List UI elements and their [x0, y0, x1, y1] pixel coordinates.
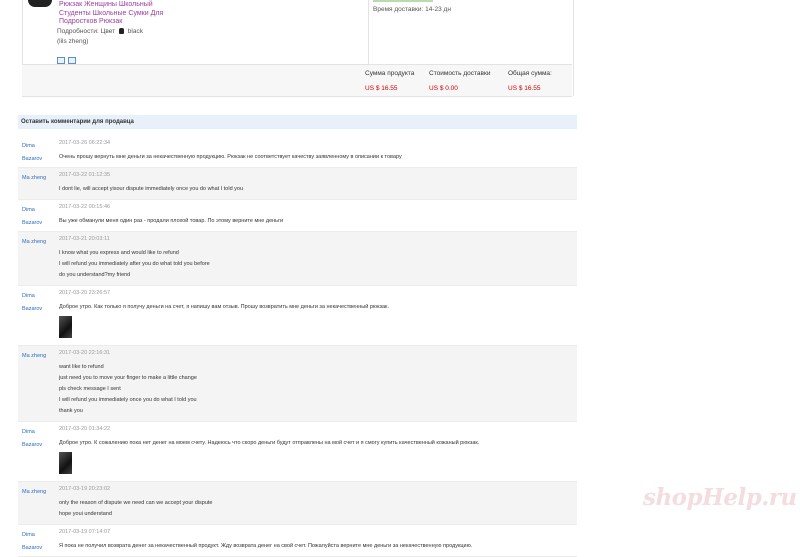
comment-author[interactable]: Dima Bazarov — [22, 426, 42, 452]
product-details-label: Подробности: Цвет — [57, 28, 116, 35]
comment-time: 2017-03-22 00:15:46 — [59, 204, 111, 210]
comment-time: 2017-03-21 20:03:11 — [59, 236, 110, 242]
author-line: Ma zheng — [22, 353, 47, 359]
comment-text: thank you — [59, 408, 83, 414]
comment-author[interactable]: Dima Bazarov — [22, 529, 42, 555]
author-line: Bazarov — [22, 545, 43, 551]
product-sum-value: US $ 16.55 — [365, 85, 398, 92]
author-line: Dima — [22, 532, 35, 538]
comment-text: Вы уже обманули меня один раз - продали … — [59, 218, 284, 224]
product-sum: Сумма продукта US $ 16.55 — [365, 70, 414, 92]
product-details: Подробности: Цвет black — [57, 28, 143, 35]
comment-message: Ma zheng 2017-03-19 20:23:02 only the re… — [18, 482, 577, 525]
product-name-link[interactable]: Рюкзак Женщины Школьный Студенты Школьны… — [59, 1, 179, 27]
comment-time: 2017-03-22 01:12:35 — [59, 172, 111, 178]
product-name-line: Рюкзак Женщины Школьный — [59, 1, 153, 8]
attached-photo[interactable] — [59, 452, 72, 474]
delivery-time: Время доставки: 14-23 дн — [373, 6, 451, 13]
attached-photo[interactable] — [59, 316, 72, 338]
order-total-label: Общая сумма: — [508, 70, 552, 77]
comment-message: Dima Bazarov 2017-03-19 07:14:07 Я пока … — [18, 525, 577, 557]
comment-text: I know what you express and would like t… — [59, 250, 179, 256]
comment-message: Dima Bazarov 2017-03-20 23:26:57 Доброе … — [18, 286, 577, 346]
product-color: black — [127, 28, 143, 35]
comment-message: Ma zheng 2017-03-20 22:16:31 want like t… — [18, 346, 577, 422]
delivery-time-label: Время доставки: — [373, 6, 424, 13]
author-line: Ma zheng — [22, 175, 47, 181]
comment-author[interactable]: Ma zheng — [22, 172, 46, 185]
comment-time: 2017-03-19 07:14:07 — [59, 529, 111, 535]
comment-text: only the reason of dispute we need can w… — [59, 500, 213, 506]
comment-text: Очень прошу вернуть мне деньги за некаче… — [59, 154, 402, 160]
comment-time: 2017-03-20 01:34:22 — [59, 426, 111, 432]
author-line: Bazarov — [22, 220, 43, 226]
comment-time: 2017-03-20 22:16:31 — [59, 350, 111, 356]
shipping-cost: Стоимость доставки US $ 0.00 — [429, 70, 490, 92]
comment-time: 2017-03-26 06:22:34 — [59, 140, 111, 146]
author-line: Ma zheng — [22, 239, 47, 245]
comment-text: want like to refund — [59, 364, 104, 370]
author-line: Ma zheng — [22, 489, 47, 495]
comment-text: hope youi understand — [59, 511, 112, 517]
delivery-time-value: 14-23 дн — [425, 6, 451, 13]
comment-message: Dima Bazarov 2017-03-20 01:34:22 Доброе … — [18, 422, 577, 482]
product-name-line: Студенты Школьные Сумки Для — [59, 9, 164, 17]
author-line: Bazarov — [22, 442, 43, 448]
comment-message: Ma zheng 2017-03-21 20:03:11 I know what… — [18, 232, 577, 286]
watermark-logo: shopHelp.ru — [643, 484, 797, 511]
shipping-cost-value: US $ 0.00 — [429, 85, 458, 92]
comment-author[interactable]: Ma zheng — [22, 236, 46, 249]
product-variant: (lils zheng) — [57, 38, 89, 45]
comment-author[interactable]: Dima Bazarov — [22, 204, 42, 230]
comment-text: Доброе утро. Как только я получу деньги … — [59, 304, 389, 310]
comment-text: I will refund you immediately after you … — [59, 261, 210, 267]
comment-text: do you understand?my friend — [59, 272, 131, 278]
comment-text: pls check message I sent — [59, 386, 121, 392]
shipping-cost-label: Стоимость доставки — [429, 70, 491, 77]
comment-author[interactable]: Ma zheng — [22, 350, 46, 363]
message-icon[interactable] — [68, 57, 76, 64]
comment-text: just need you to move your finger to mak… — [59, 375, 197, 381]
order-totals: Сумма продукта US $ 16.55 Стоимость дост… — [22, 65, 572, 97]
shipping-method-label — [373, 0, 433, 2]
comment-author[interactable]: Dima Bazarov — [22, 140, 42, 166]
comment-author[interactable]: Dima Bazarov — [22, 290, 42, 316]
comment-text: Доброе утро. К сожалению пока нет денег … — [59, 440, 480, 446]
comment-time: 2017-03-19 20:23:02 — [59, 486, 111, 492]
order-page: Рюкзак Женщины Школьный Студенты Школьны… — [0, 0, 800, 557]
author-line: Dima — [22, 429, 35, 435]
comment-message: Dima Bazarov 2017-03-26 06:22:34 Очень п… — [18, 136, 577, 168]
product-thumbnail[interactable] — [28, 0, 52, 7]
author-line: Bazarov — [22, 306, 43, 312]
snapshot-icon[interactable] — [57, 57, 65, 64]
author-line: Dima — [22, 143, 35, 149]
comment-text: I dont lie, will accept yisour dispute i… — [59, 186, 244, 192]
product-sum-label: Сумма продукта — [365, 70, 415, 77]
comment-author[interactable]: Ma zheng — [22, 486, 46, 499]
bag-icon — [118, 28, 124, 34]
comment-text: Я пока не получил возврата денег за нека… — [59, 543, 473, 549]
order-total-value: US $ 16.55 — [508, 85, 541, 92]
product-name-line: Подростков Рюкзак — [59, 18, 123, 25]
author-line: Dima — [22, 293, 35, 299]
comment-text: I will refund you immediately once you d… — [59, 397, 197, 403]
comment-thread: Dima Bazarov 2017-03-26 06:22:34 Очень п… — [18, 136, 577, 557]
comment-time: 2017-03-20 23:26:57 — [59, 290, 111, 296]
column-divider — [368, 0, 369, 64]
author-line: Dima — [22, 207, 35, 213]
comment-message: Ma zheng 2017-03-22 01:12:35 I dont lie,… — [18, 168, 577, 200]
order-total: Общая сумма: US $ 16.55 — [508, 70, 552, 92]
comment-message: Dima Bazarov 2017-03-22 00:15:46 Вы уже … — [18, 200, 577, 232]
author-line: Bazarov — [22, 156, 43, 162]
comments-section-title: Оставить комментарии для продавца — [18, 115, 577, 129]
